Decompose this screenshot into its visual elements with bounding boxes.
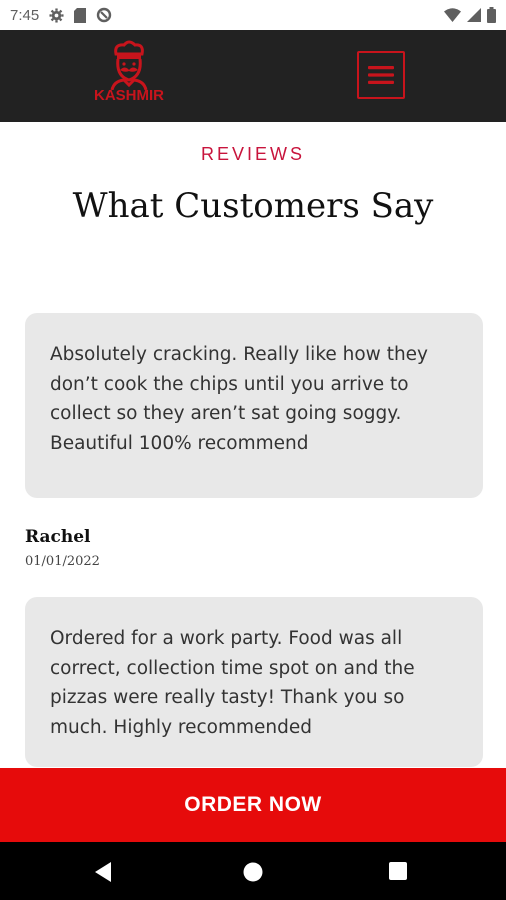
status-bar: 7:45 bbox=[0, 0, 506, 30]
page-title: What Customers Say bbox=[72, 186, 434, 226]
battery-icon bbox=[487, 7, 496, 23]
logo[interactable]: KASHMIR bbox=[94, 40, 164, 114]
chef-logo-icon bbox=[110, 40, 148, 91]
system-nav-bar bbox=[0, 842, 506, 900]
order-now-button[interactable]: ORDER NOW bbox=[0, 768, 506, 842]
hamburger-menu-icon bbox=[368, 66, 394, 84]
status-time: 7:45 bbox=[10, 6, 40, 24]
home-icon[interactable] bbox=[242, 861, 266, 883]
wifi-icon bbox=[444, 8, 461, 22]
review-text: Ordered for a work party. Food was all c… bbox=[50, 628, 415, 738]
app-header: KASHMIR bbox=[0, 30, 506, 122]
review-date: 01/01/2022 bbox=[25, 554, 100, 569]
status-left: 7:45 bbox=[10, 7, 112, 24]
section-eyebrow: REVIEWS bbox=[200, 144, 305, 164]
data-saver-icon bbox=[96, 7, 112, 23]
cell-signal-icon bbox=[467, 8, 481, 22]
recents-icon[interactable] bbox=[388, 861, 412, 883]
status-right bbox=[444, 7, 496, 23]
review-card: Absolutely cracking. Really like how the… bbox=[25, 313, 483, 498]
reviewer-name: Rachel bbox=[25, 527, 91, 547]
logo-text: KASHMIR bbox=[94, 87, 164, 104]
back-icon[interactable] bbox=[93, 861, 117, 883]
review-card: Ordered for a work party. Food was all c… bbox=[25, 597, 483, 767]
sd-card-icon bbox=[74, 7, 87, 23]
gear-icon bbox=[49, 7, 64, 23]
review-text: Absolutely cracking. Really like how the… bbox=[50, 344, 429, 454]
menu-button[interactable] bbox=[357, 51, 405, 99]
order-now-label: ORDER NOW bbox=[184, 793, 322, 816]
